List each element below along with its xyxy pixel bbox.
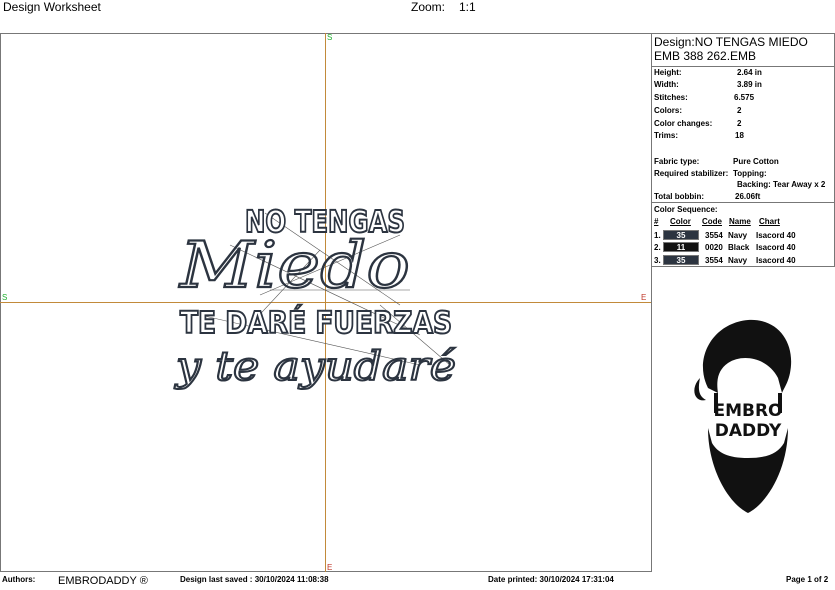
width-value: 3.89 in	[737, 80, 762, 89]
col-color-header: Color	[670, 217, 691, 226]
color-sequence-row[interactable]: 3. 35 3554 Navy Isacord 40	[652, 255, 835, 266]
width-label: Width:	[654, 80, 679, 89]
row-chart: Isacord 40	[756, 243, 796, 252]
color-changes-value: 2	[737, 119, 742, 128]
trims-value: 18	[735, 131, 744, 140]
col-chart-header: Chart	[759, 217, 780, 226]
company-name: EMBRODADDY ®	[58, 575, 148, 587]
row-chart: Isacord 40	[756, 231, 796, 240]
design-file-name: EMB 388 262.EMB	[654, 49, 757, 63]
color-swatch: 35	[663, 230, 699, 240]
colors-value: 2	[737, 106, 742, 115]
color-sequence-row[interactable]: 1. 35 3554 Navy Isacord 40	[652, 230, 835, 241]
col-code-header: Code	[702, 217, 722, 226]
topping-value: Topping:	[733, 169, 767, 178]
height-value: 2.64 in	[737, 68, 762, 77]
backing-value: Backing: Tear Away x 2	[737, 180, 826, 189]
color-sequence-row[interactable]: 2. 11 0020 Black Isacord 40	[652, 242, 835, 253]
zoom-label: Zoom:	[411, 0, 446, 14]
worksheet-title: Design Worksheet	[3, 0, 101, 14]
row-name: Navy	[728, 231, 748, 240]
page-number: Page 1 of 2	[786, 575, 829, 584]
design-line-3: TE DARÉ FUERZAS	[180, 305, 452, 341]
design-line-4: y te ayudaré	[174, 344, 456, 390]
color-swatch: 35	[663, 255, 699, 265]
row-index: 2.	[654, 243, 661, 252]
logo-line-2: DADDY	[715, 421, 782, 441]
row-code: 3554	[705, 256, 723, 265]
logo-line-1: EMBRO	[713, 401, 782, 421]
embroidery-design-preview: NO TENGAS Miedo TE DARÉ FUERZAS y te ayu…	[173, 204, 457, 391]
row-index: 3.	[654, 256, 661, 265]
info-divider	[652, 66, 834, 67]
row-code: 0020	[705, 243, 723, 252]
stabilizer-label: Required stabilizer:	[654, 169, 729, 178]
trims-label: Trims:	[654, 131, 679, 140]
last-saved-text: Design last saved : 30/10/2024 11:08:38	[180, 575, 329, 584]
design-line-2: Miedo	[179, 229, 410, 303]
color-sequence-header: # Color Code Name Chart	[652, 217, 834, 228]
design-name: Design:NO TENGAS MIEDO	[654, 35, 808, 49]
col-index-header: #	[654, 217, 659, 226]
row-index: 1.	[654, 231, 661, 240]
fabric-value: Pure Cotton	[733, 157, 779, 166]
color-sequence-title: Color Sequence:	[654, 205, 718, 214]
date-printed-text: Date printed: 30/10/2024 17:31:04	[488, 575, 614, 584]
stitches-label: Stitches:	[654, 93, 688, 102]
row-name: Black	[728, 243, 750, 252]
bobbin-divider	[652, 202, 834, 203]
embrodaddy-logo: EMBRO DADDY	[694, 319, 792, 513]
stitches-value: 6.575	[734, 93, 755, 102]
color-changes-label: Color changes:	[654, 119, 713, 128]
bobbin-label: Total bobbin:	[654, 192, 705, 201]
color-swatch: 11	[663, 242, 699, 252]
authors-label: Authors:	[2, 575, 36, 584]
bobbin-value: 26.06ft	[735, 192, 761, 201]
row-chart: Isacord 40	[756, 256, 796, 265]
height-label: Height:	[654, 68, 682, 77]
zoom-value[interactable]: 1:1	[459, 0, 476, 14]
row-name: Navy	[728, 256, 748, 265]
left-start-marker: S	[2, 293, 8, 302]
top-start-marker: S	[327, 33, 333, 42]
col-name-header: Name	[729, 217, 751, 226]
fabric-label: Fabric type:	[654, 157, 700, 166]
design-info-panel: Design:NO TENGAS MIEDO EMB 388 262.EMB H…	[651, 33, 835, 267]
right-end-marker: E	[641, 293, 647, 302]
bottom-end-marker: E	[327, 563, 333, 572]
row-code: 3554	[705, 231, 723, 240]
colors-label: Colors:	[654, 106, 682, 115]
worksheet-footer: Authors: EMBRODADDY ® Design last saved …	[0, 572, 835, 590]
